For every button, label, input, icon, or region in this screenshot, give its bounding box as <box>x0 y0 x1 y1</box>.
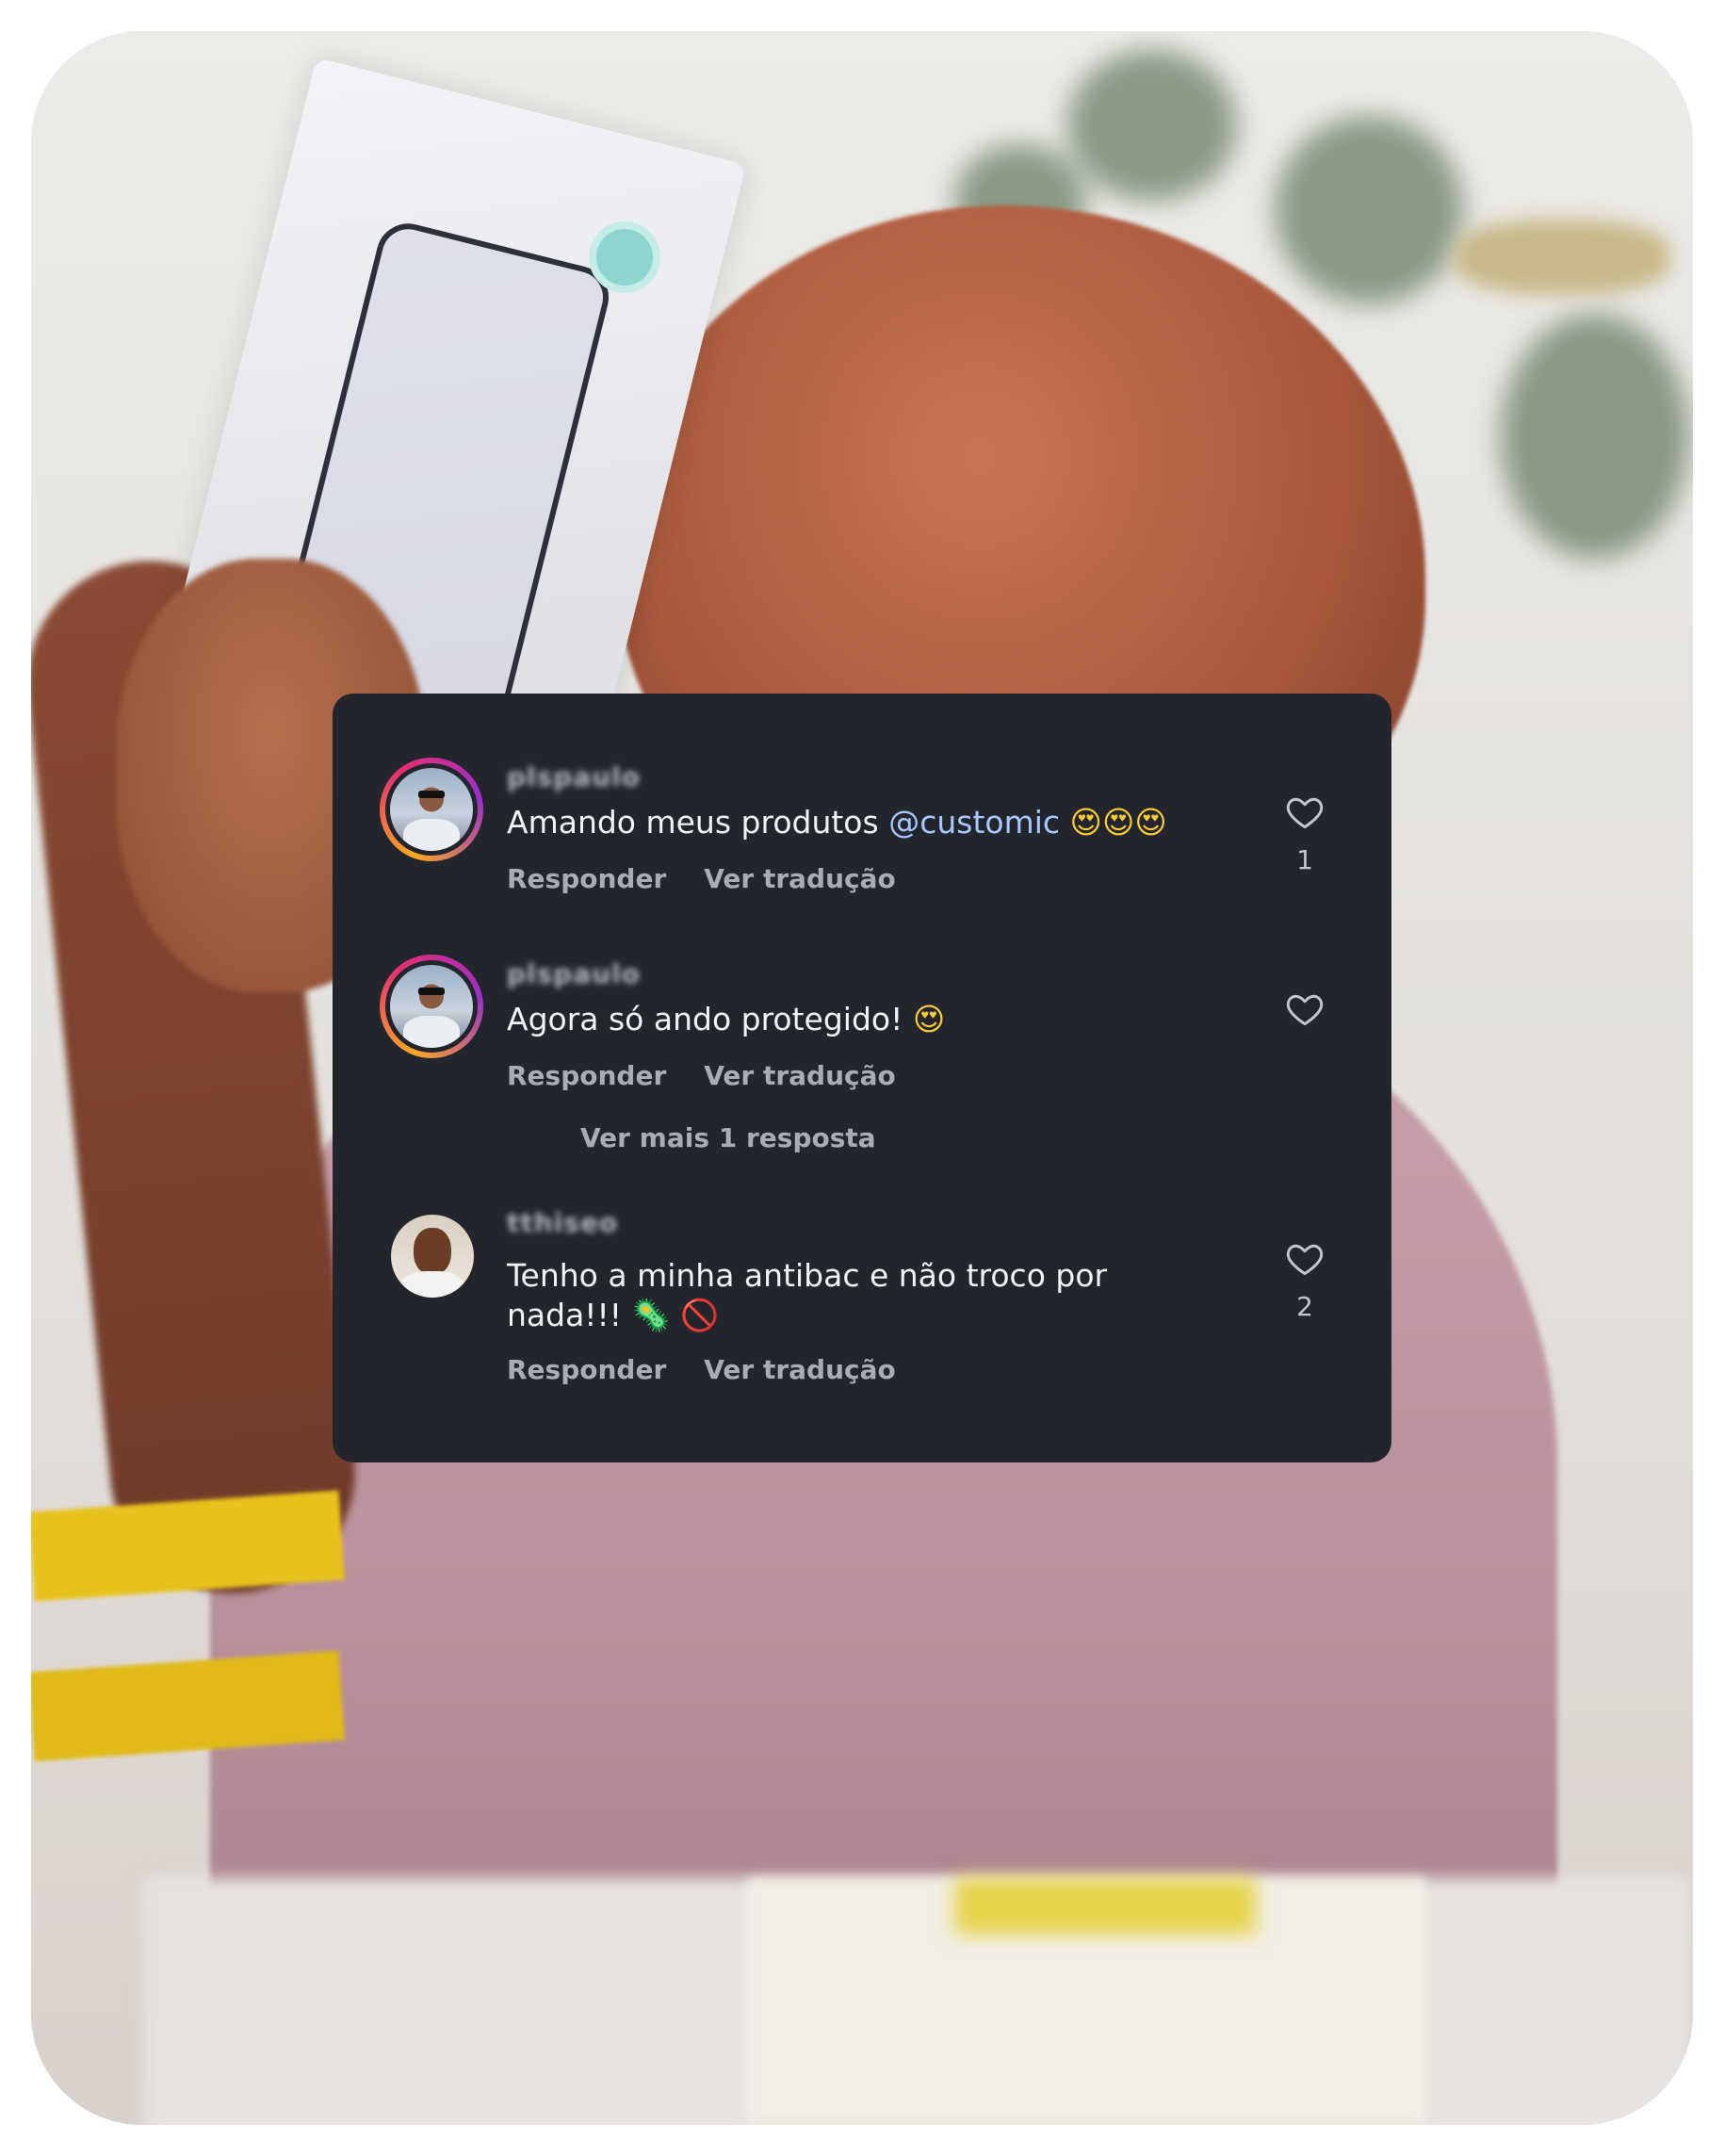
translate-button[interactable]: Ver tradução <box>704 1060 895 1091</box>
reply-button[interactable]: Responder <box>507 1060 666 1091</box>
product-badge-icon <box>596 229 653 286</box>
lamp-blur <box>1454 220 1670 295</box>
avatar[interactable] <box>380 955 483 1058</box>
translate-button[interactable]: Ver tradução <box>704 1354 895 1385</box>
comments-panel: plspaulo Amando meus produtos @customic … <box>333 694 1391 1462</box>
comment-text: Tenho a minha antibac e não troco por na… <box>507 1257 1108 1333</box>
mention-link[interactable]: @customic <box>888 804 1060 841</box>
plant-blur <box>1275 116 1463 304</box>
like-count: 2 <box>1296 1291 1313 1322</box>
comment-actions: Responder Ver tradução <box>507 1354 896 1385</box>
avatar[interactable] <box>380 758 483 861</box>
heart-eyes-emoji: 😍😍😍 <box>1069 804 1167 841</box>
heart-outline-icon[interactable] <box>1284 988 1326 1030</box>
view-more-replies-button[interactable]: Ver mais 1 resposta <box>580 1122 876 1153</box>
microbe-emoji: 🦠 <box>631 1297 671 1333</box>
magazine-title-blur <box>954 1878 1256 1935</box>
comment-username[interactable]: tthiseo <box>507 1207 618 1245</box>
plant-blur <box>1067 50 1237 201</box>
translate-button[interactable]: Ver tradução <box>704 863 895 894</box>
reply-button[interactable]: Responder <box>507 863 666 894</box>
comment-actions: Responder Ver tradução <box>507 863 896 894</box>
comment-text: Amando meus produtos @customic 😍😍😍 <box>507 804 1167 841</box>
avatar[interactable] <box>391 1215 474 1298</box>
comment-username[interactable]: plspaulo <box>507 761 641 799</box>
plant-blur <box>1501 314 1689 559</box>
comment-username[interactable]: plspaulo <box>507 958 641 996</box>
heart-eyes-emoji: 😍 <box>912 1001 946 1037</box>
heart-outline-icon[interactable] <box>1284 1238 1326 1280</box>
avatar-photo <box>390 768 473 851</box>
comment-text: Agora só ando protegido! 😍 <box>507 1001 946 1037</box>
like-count: 1 <box>1296 844 1313 875</box>
reply-button[interactable]: Responder <box>507 1354 666 1385</box>
heart-outline-icon[interactable] <box>1284 792 1326 833</box>
comment-actions: Responder Ver tradução <box>507 1060 896 1091</box>
avatar-photo <box>390 965 473 1048</box>
prohibited-emoji: 🚫 <box>680 1297 720 1333</box>
